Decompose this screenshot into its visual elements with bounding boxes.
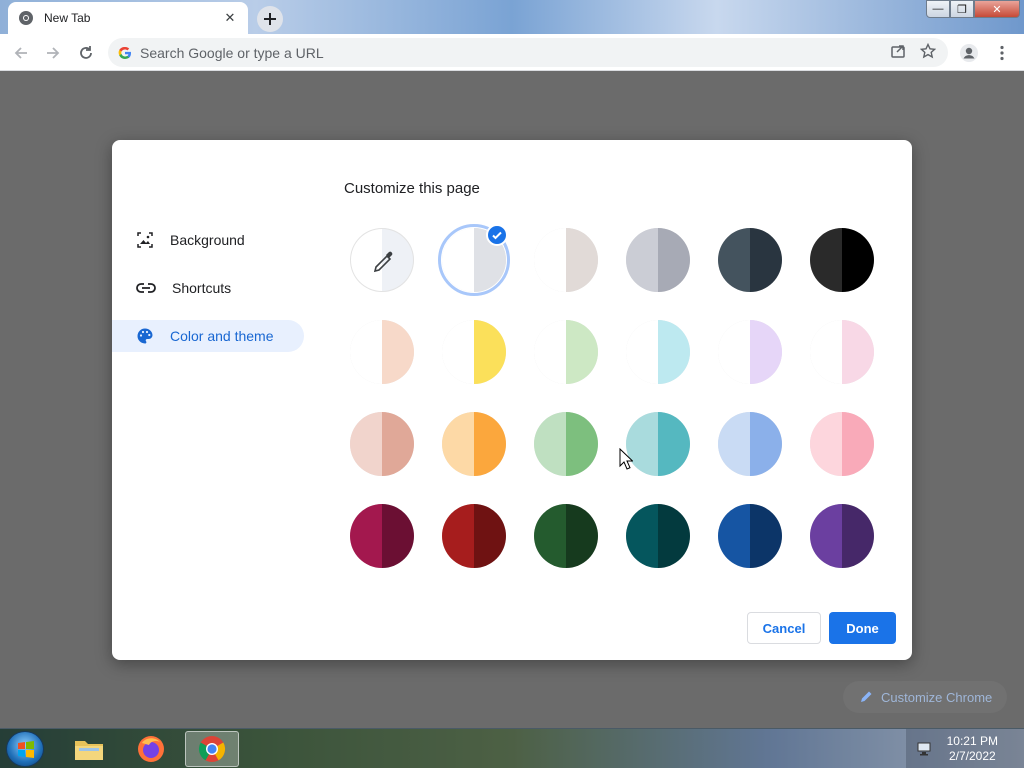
color-swatch[interactable] xyxy=(718,320,782,384)
system-tray: 10:21 PM 2/7/2022 xyxy=(906,729,1024,768)
color-swatch[interactable] xyxy=(626,504,690,568)
browser-toolbar xyxy=(0,34,1024,71)
color-swatch[interactable] xyxy=(350,412,414,476)
color-swatch[interactable] xyxy=(718,228,782,292)
eyedropper-icon xyxy=(373,251,393,273)
omnibox[interactable] xyxy=(108,38,948,67)
reload-button[interactable] xyxy=(73,40,99,66)
network-icon[interactable] xyxy=(916,741,932,757)
menu-item-background[interactable]: Background xyxy=(112,224,304,256)
color-swatch[interactable] xyxy=(810,320,874,384)
color-swatch[interactable] xyxy=(534,504,598,568)
arrow-right-icon xyxy=(47,47,60,59)
plus-icon xyxy=(264,13,276,25)
back-button[interactable] xyxy=(8,40,34,66)
done-button[interactable]: Done xyxy=(829,612,896,644)
menu-item-label: Background xyxy=(170,232,245,248)
window-controls: — ❐ ✕ xyxy=(926,0,1020,18)
minimize-button[interactable]: — xyxy=(926,0,950,18)
menu-button[interactable] xyxy=(989,40,1015,66)
color-swatch[interactable] xyxy=(718,504,782,568)
restore-button[interactable]: ❐ xyxy=(950,0,974,18)
color-swatch[interactable] xyxy=(718,412,782,476)
chrome-favicon-icon xyxy=(19,11,33,25)
title-bar: New Tab ✕ — ❐ ✕ xyxy=(0,0,1024,34)
chrome-icon xyxy=(198,736,226,762)
taskbar: 10:21 PM 2/7/2022 xyxy=(0,728,1024,768)
palette-icon xyxy=(137,328,153,344)
color-swatch[interactable] xyxy=(626,320,690,384)
profile-button[interactable] xyxy=(956,40,982,66)
color-swatch[interactable] xyxy=(350,320,414,384)
color-swatch[interactable] xyxy=(626,412,690,476)
custom-color-swatch[interactable] xyxy=(350,228,414,292)
forward-button[interactable] xyxy=(40,40,66,66)
color-swatch[interactable] xyxy=(810,228,874,292)
color-swatch[interactable] xyxy=(442,504,506,568)
cancel-button[interactable]: Cancel xyxy=(747,612,821,644)
omnibox-input[interactable] xyxy=(140,44,840,61)
tab-title: New Tab xyxy=(44,11,91,25)
customize-chrome-label: Customize Chrome xyxy=(881,689,993,705)
link-icon xyxy=(136,283,156,293)
share-icon[interactable] xyxy=(890,43,906,59)
dialog-title: Customize this page xyxy=(344,180,480,197)
mouse-cursor-icon xyxy=(619,448,633,470)
taskbar-chrome[interactable] xyxy=(185,731,239,767)
color-swatch[interactable] xyxy=(442,412,506,476)
pencil-icon xyxy=(861,691,872,702)
tab-close-icon[interactable]: ✕ xyxy=(222,10,238,26)
firefox-icon xyxy=(138,736,164,762)
clock-time: 10:21 PM xyxy=(946,734,998,748)
bookmark-star-icon[interactable] xyxy=(920,43,936,59)
menu-item-label: Shortcuts xyxy=(172,280,232,296)
start-button[interactable] xyxy=(6,731,44,767)
menu-item-label: Color and theme xyxy=(170,328,274,344)
color-swatch[interactable] xyxy=(442,320,506,384)
menu-item-shortcuts[interactable]: Shortcuts xyxy=(112,272,304,304)
close-window-button[interactable]: ✕ xyxy=(974,0,1020,18)
profile-avatar-icon xyxy=(960,44,978,62)
color-swatch[interactable] xyxy=(810,504,874,568)
arrow-left-icon xyxy=(14,47,27,59)
color-swatch[interactable] xyxy=(626,228,690,292)
kebab-menu-icon xyxy=(1000,45,1004,61)
google-g-icon xyxy=(118,46,131,59)
customize-chrome-button[interactable]: Customize Chrome xyxy=(843,681,1007,713)
clock-date: 2/7/2022 xyxy=(948,749,996,763)
menu-item-color-and-theme[interactable]: Color and theme xyxy=(112,320,304,352)
color-swatch[interactable] xyxy=(810,412,874,476)
folder-icon xyxy=(75,741,103,760)
color-swatch[interactable] xyxy=(534,320,598,384)
tab-new-tab[interactable]: New Tab ✕ xyxy=(8,2,248,34)
clock[interactable]: 10:21 PM 2/7/2022 xyxy=(947,734,998,764)
checkmark-icon xyxy=(486,224,508,246)
new-tab-button[interactable] xyxy=(257,6,283,32)
color-swatch[interactable] xyxy=(534,412,598,476)
image-icon xyxy=(137,232,153,248)
taskbar-explorer[interactable] xyxy=(62,731,116,767)
customize-dialog: Background Shortcuts Color and theme Cus… xyxy=(112,140,912,660)
reload-icon xyxy=(80,46,92,59)
taskbar-firefox[interactable] xyxy=(124,731,178,767)
omnibox-actions xyxy=(890,43,936,59)
color-swatch[interactable] xyxy=(534,228,598,292)
windows-logo-icon xyxy=(18,741,34,758)
color-swatch[interactable] xyxy=(350,504,414,568)
